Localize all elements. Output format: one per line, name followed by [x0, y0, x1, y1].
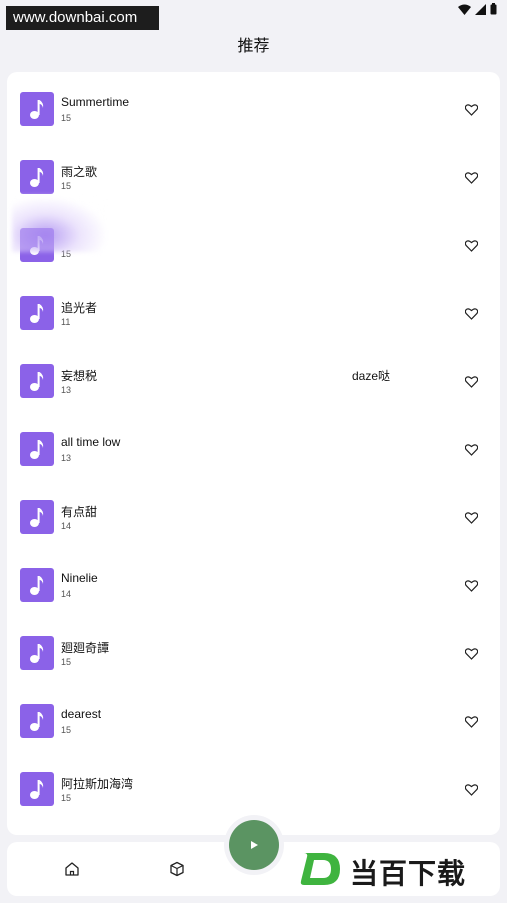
album-cover [20, 160, 54, 194]
song-count: 15 [61, 725, 72, 735]
favorite-button[interactable] [463, 238, 479, 254]
music-note-icon [30, 168, 44, 187]
favorite-button[interactable] [463, 578, 479, 594]
song-row[interactable]: 有点甜 14 [7, 500, 500, 568]
album-cover [20, 432, 54, 466]
home-icon [65, 862, 79, 876]
heart-icon [464, 240, 478, 252]
song-count: 13 [61, 385, 72, 395]
heart-icon [464, 104, 478, 116]
battery-icon [490, 3, 497, 15]
song-title: Summertime [61, 95, 130, 109]
heart-icon [464, 580, 478, 592]
song-count: 15 [61, 181, 72, 191]
heart-icon [464, 308, 478, 320]
song-count: 15 [61, 793, 72, 803]
nav-home-button[interactable] [62, 859, 82, 879]
song-count: 13 [61, 453, 72, 463]
song-count: 15 [61, 113, 72, 123]
song-row[interactable]: dearest 15 [7, 704, 500, 772]
song-count: 14 [61, 589, 72, 599]
heart-icon [464, 512, 478, 524]
song-title: Ninelie [61, 571, 98, 585]
album-cover [20, 92, 54, 126]
song-count: 11 [61, 317, 71, 327]
blurred-overlay [12, 196, 108, 252]
play-icon [251, 841, 258, 849]
album-cover [20, 568, 54, 602]
album-cover [20, 364, 54, 398]
favorite-button[interactable] [463, 306, 479, 322]
music-note-icon [30, 372, 44, 391]
favorite-button[interactable] [463, 102, 479, 118]
favorite-button[interactable] [463, 374, 479, 390]
heart-icon [464, 784, 478, 796]
site-watermark: www.downbai.com [6, 6, 159, 30]
logo-d-letter: D [298, 850, 299, 851]
song-title: 雨之歌 [61, 165, 98, 179]
album-cover [20, 636, 54, 670]
music-note-icon [30, 644, 44, 663]
song-row[interactable]: all time low 13 [7, 432, 500, 500]
music-note-icon [30, 576, 44, 595]
album-cover [20, 500, 54, 534]
music-note-icon [30, 712, 44, 731]
music-note-icon [30, 780, 44, 799]
cube-icon [170, 861, 184, 877]
page-title: 推荐 [237, 38, 270, 55]
song-title: 妄想税 [61, 369, 98, 383]
wifi-icon [458, 4, 471, 15]
music-note-icon [30, 304, 44, 323]
heart-icon [464, 376, 478, 388]
song-title: all time low [61, 435, 121, 449]
heart-icon [464, 716, 478, 728]
play-button[interactable] [229, 820, 279, 870]
song-title: 有点甜 [61, 505, 98, 519]
music-note-icon [30, 100, 44, 119]
favorite-button[interactable] [463, 714, 479, 730]
album-cover [20, 772, 54, 806]
nav-discover-button[interactable] [167, 859, 187, 879]
song-row[interactable]: Ninelie 14 [7, 568, 500, 636]
status-icons [458, 3, 497, 15]
song-title: 阿拉斯加海湾 [61, 777, 134, 791]
song-row[interactable]: 廻廻奇譚 15 [7, 636, 500, 704]
song-list: Summertime 15 雨之歌 15 15 追光者 11 妄想税 13 da… [7, 72, 500, 835]
heart-icon [464, 172, 478, 184]
song-row[interactable]: 追光者 11 [7, 296, 500, 364]
downbai-logo-watermark: D 当百下载 [298, 848, 504, 890]
heart-icon [464, 648, 478, 660]
song-artist: daze哒 [352, 369, 391, 383]
song-title: 廻廻奇譚 [61, 641, 110, 655]
song-count: 14 [61, 521, 72, 531]
heart-icon [464, 444, 478, 456]
album-cover [20, 296, 54, 330]
song-count: 15 [61, 657, 72, 667]
music-note-icon [30, 440, 44, 459]
signal-icon [475, 3, 486, 15]
song-title: 追光者 [61, 301, 98, 315]
album-cover [20, 704, 54, 738]
favorite-button[interactable] [463, 170, 479, 186]
favorite-button[interactable] [463, 782, 479, 798]
song-title: dearest [61, 707, 102, 721]
favorite-button[interactable] [463, 442, 479, 458]
song-row[interactable]: Summertime 15 [7, 92, 500, 160]
music-note-icon [30, 508, 44, 527]
logo-text: 当百下载 [350, 857, 467, 890]
song-row[interactable]: 妄想税 13 daze哒 [7, 364, 500, 432]
favorite-button[interactable] [463, 646, 479, 662]
logo-d-icon: D [298, 850, 340, 885]
favorite-button[interactable] [463, 510, 479, 526]
